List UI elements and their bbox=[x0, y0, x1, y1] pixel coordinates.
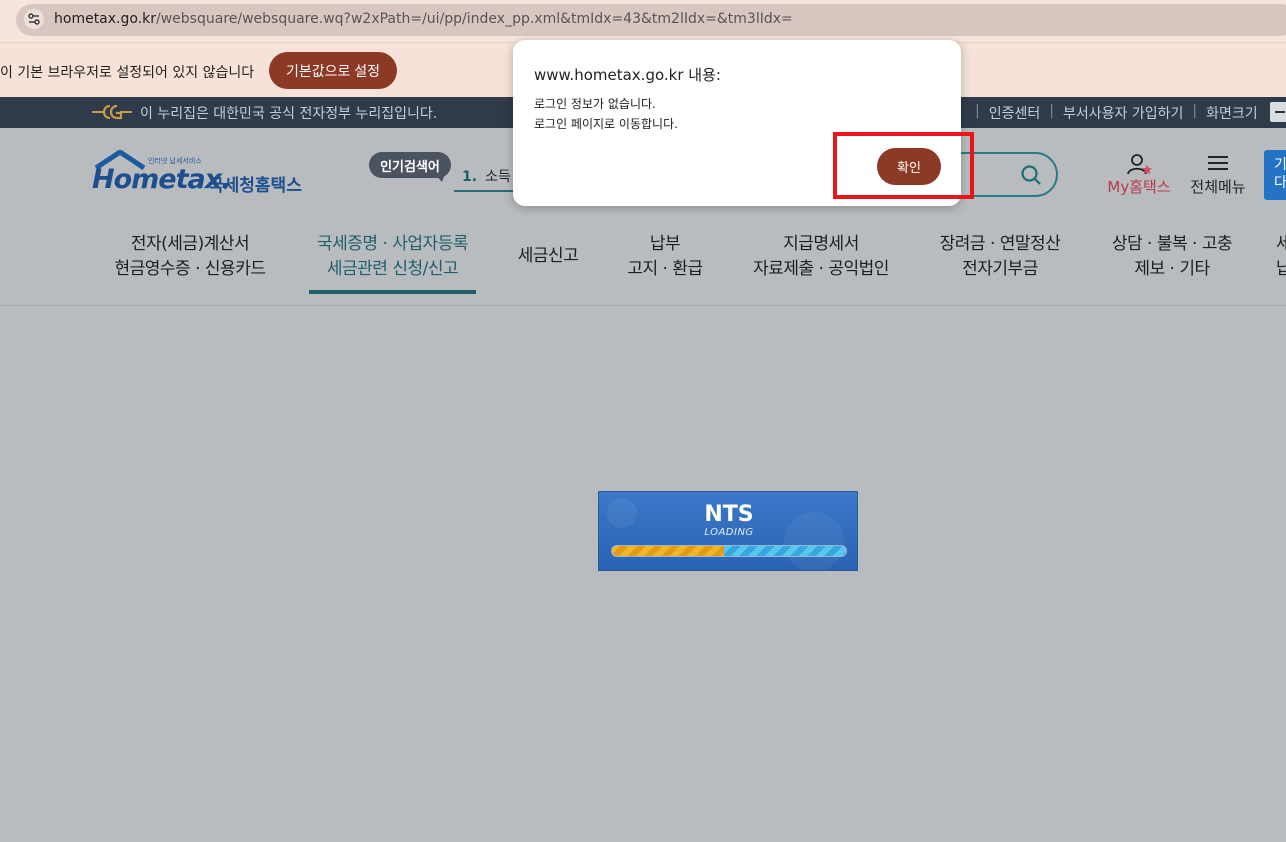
set-default-button[interactable]: 기본값으로 설정 bbox=[269, 52, 397, 89]
nav-line1: 세금신고 bbox=[517, 246, 579, 266]
screen-size-link[interactable]: 화면크기 bbox=[1206, 103, 1258, 123]
nav-line2: 고지 · 환급 bbox=[627, 259, 703, 279]
my-hometax-label: My홈택스 bbox=[1107, 178, 1171, 196]
url-text[interactable]: hometax.go.kr/websquare/websquare.wq?w2x… bbox=[54, 11, 793, 27]
loading-widget: NTS LOADING bbox=[598, 491, 858, 571]
side-button-line2: 다 bbox=[1274, 175, 1286, 191]
nav-line1: 장려금 · 연말정산 bbox=[939, 234, 1061, 254]
hometax-logo[interactable]: 인터넷 납세서비스 Hometax. 국세청홈택스 bbox=[90, 150, 310, 206]
gov-emblem-icon bbox=[92, 104, 132, 120]
hamburger-icon bbox=[1208, 156, 1228, 170]
nav-line2: 자료제출 · 공익법인 bbox=[753, 259, 889, 279]
nav-line1: 지급명세서 bbox=[783, 234, 859, 254]
nav-line1: 국세증명 · 사업자등록 bbox=[317, 234, 468, 254]
infobar-text: 이 기본 브라우저로 설정되어 있지 않습니다 bbox=[0, 65, 255, 81]
nav-line1: 세 bbox=[1276, 234, 1286, 254]
nav-line1: 납부 bbox=[649, 234, 681, 254]
user-icon bbox=[1127, 154, 1152, 175]
divider: | bbox=[1049, 103, 1054, 119]
dialog-message: 로그인 정보가 없습니다. 로그인 페이지로 이동합니다. bbox=[534, 94, 678, 134]
site-settings-icon[interactable] bbox=[24, 9, 44, 29]
nav-item-incentive[interactable]: 장려금 · 연말정산 전자기부금 bbox=[930, 232, 1070, 282]
gov-banner-text: 이 누리집은 대한민국 공식 전자정부 누리집입니다. bbox=[140, 106, 438, 122]
loading-progress-fill-b bbox=[724, 546, 846, 556]
nav-line2: 전자기부금 bbox=[962, 259, 1038, 279]
nav-item-certificate[interactable]: 국세증명 · 사업자등록 세금관련 신청/신고 bbox=[309, 232, 476, 282]
gov-links: | 인증센터 | 부서사용자 가입하기 | 화면크기 bbox=[966, 103, 1258, 123]
loading-progress-bar bbox=[611, 545, 847, 557]
nav-line1: 상담 · 불복 · 고충 bbox=[1111, 234, 1233, 254]
all-menu-button[interactable]: 전체메뉴 bbox=[1186, 154, 1250, 198]
main-nav: 전자(세금)계산서 현금영수증 · 신용카드 국세증명 · 사업자등록 세금관련… bbox=[0, 232, 1286, 294]
logo-korean: 국세청홈택스 bbox=[208, 176, 302, 196]
header-side-button[interactable]: 기다 bbox=[1264, 150, 1286, 200]
nav-item-einvoice[interactable]: 전자(세금)계산서 현금영수증 · 신용카드 bbox=[110, 232, 270, 282]
loading-progress-fill bbox=[612, 546, 725, 556]
zoom-out-icon[interactable] bbox=[1270, 102, 1286, 122]
nav-line2: 세금관련 신청/신고 bbox=[326, 259, 459, 279]
divider: | bbox=[975, 103, 980, 119]
nav-item-consult[interactable]: 상담 · 불복 · 고충 제보 · 기타 bbox=[1102, 232, 1242, 282]
nav-item-statement[interactable]: 지급명세서 자료제출 · 공익법인 bbox=[746, 232, 896, 282]
my-hometax-button[interactable]: My홈택스 bbox=[1104, 154, 1174, 198]
search-icon[interactable] bbox=[1020, 164, 1042, 186]
all-menu-label: 전체메뉴 bbox=[1190, 178, 1246, 196]
url-path: /websquare/websquare.wq?w2xPath=/ui/pp/i… bbox=[156, 11, 793, 27]
nav-line1: 전자(세금)계산서 bbox=[130, 234, 250, 254]
nav-line2: 납 bbox=[1276, 259, 1286, 279]
rank-term: 소득 bbox=[485, 169, 511, 185]
nav-active-indicator bbox=[309, 290, 476, 294]
nav-item-more[interactable]: 세 납 bbox=[1276, 232, 1286, 282]
nav-line2: 현금영수증 · 신용카드 bbox=[114, 259, 266, 279]
divider: | bbox=[1192, 103, 1198, 119]
dialog-line1: 로그인 정보가 없습니다. bbox=[534, 97, 656, 111]
dialog-line2: 로그인 페이지로 이동합니다. bbox=[534, 117, 678, 131]
rank-number: 1. bbox=[462, 169, 478, 185]
highlight-box bbox=[833, 132, 974, 199]
browser-address-bar: hometax.go.kr/websquare/websquare.wq?w2x… bbox=[0, 0, 1286, 42]
loading-subtitle: LOADING bbox=[704, 527, 754, 538]
side-button-line1: 기 bbox=[1274, 157, 1286, 173]
url-host: hometax.go.kr bbox=[54, 11, 157, 27]
dept-signup-link[interactable]: 부서사용자 가입하기 bbox=[1063, 103, 1183, 123]
dialog-title: www.hometax.go.kr 내용: bbox=[534, 66, 721, 84]
nav-line2: 제보 · 기타 bbox=[1134, 259, 1210, 279]
loading-title: NTS bbox=[704, 502, 754, 527]
cert-center-link[interactable]: 인증센터 bbox=[989, 103, 1041, 123]
nav-item-tax-report[interactable]: 세금신고 bbox=[508, 244, 588, 269]
popular-search-badge: 인기검색어 bbox=[369, 152, 451, 182]
nav-item-payment[interactable]: 납부 고지 · 환급 bbox=[620, 232, 710, 282]
